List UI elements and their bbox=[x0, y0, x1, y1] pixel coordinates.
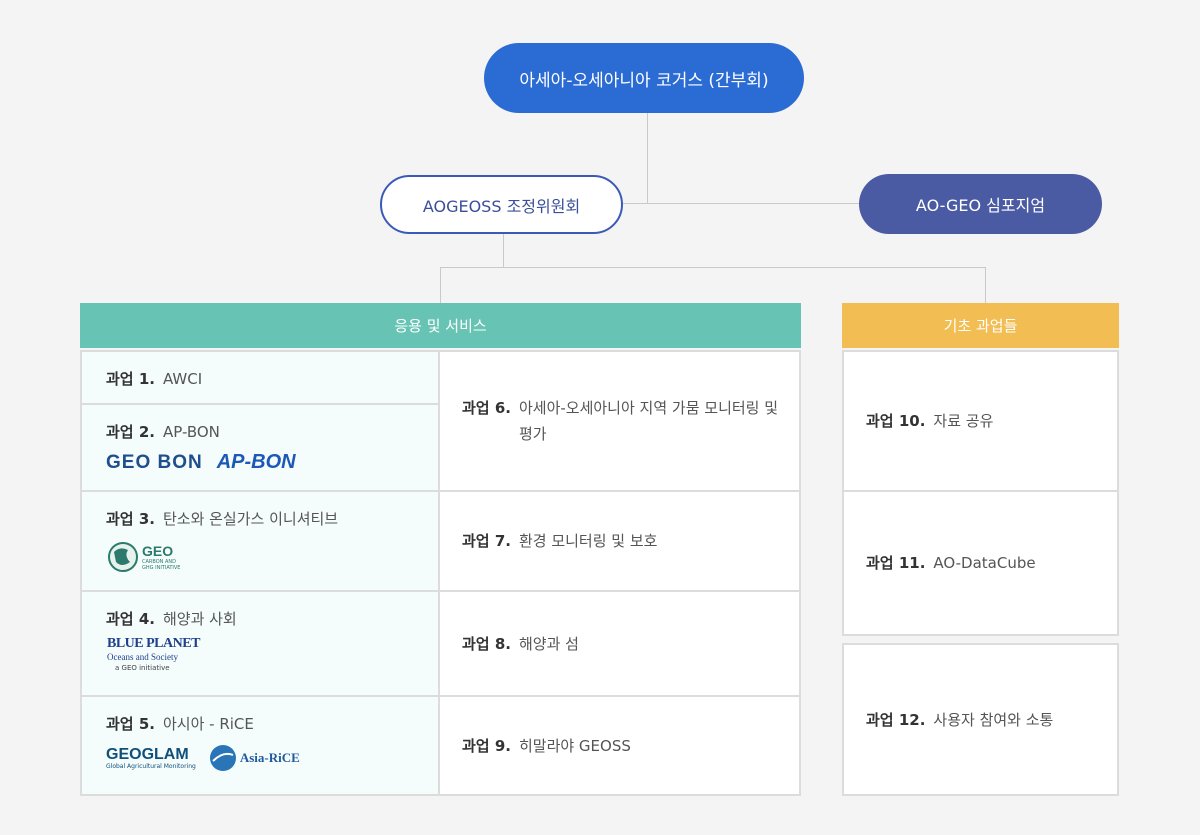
application-header: 응용 및 서비스 bbox=[80, 303, 801, 348]
oceans-society-text: Oceans and Society bbox=[107, 652, 178, 662]
application-title: 응용 및 서비스 bbox=[394, 317, 487, 335]
symposium-node: AO-GEO 심포지엄 bbox=[859, 174, 1102, 234]
executive-committee-label: 아세아-오세아니아 코거스 (간부회) bbox=[519, 70, 769, 91]
task-name: 자료 공유 bbox=[933, 412, 994, 430]
geo-bon-logo: GEO BON bbox=[106, 451, 203, 473]
task-number: 과업 6. bbox=[462, 399, 511, 417]
executive-committee-node: 아세아-오세아니아 코거스 (간부회) bbox=[484, 43, 804, 113]
task-name: 사용자 참여와 소통 bbox=[933, 710, 1054, 729]
foundation-header: 기초 과업들 bbox=[842, 303, 1119, 348]
task-cell-6: 과업 6. 아세아-오세아니아 지역 가뭄 모니터링 및 평가 bbox=[438, 350, 801, 492]
task-cell-4: 과업 4. 해양과 사회 BLUE PLANET Oceans and Socie… bbox=[80, 590, 440, 697]
task-number: 과업 4. bbox=[106, 610, 155, 628]
task-number: 과업 3. bbox=[106, 510, 155, 528]
geoglam-subtitle: Global Agricultural Monitoring bbox=[106, 762, 196, 770]
task-name: AO-DataCube bbox=[933, 554, 1036, 572]
task-cell-2: 과업 2. AP-BON GEO BON AP-BON bbox=[80, 403, 440, 492]
blue-planet-logo: BLUE PLANET bbox=[107, 636, 200, 651]
task-name: 환경 모니터링 및 보호 bbox=[518, 532, 658, 550]
task-number: 과업 12. bbox=[866, 710, 926, 729]
task-name: 아세아-오세아니아 지역 가뭄 모니터링 및 평가 bbox=[518, 399, 779, 443]
carbon-geo-logo: GEO bbox=[142, 542, 174, 559]
task-cell-8: 과업 8. 해양과 섬 bbox=[438, 590, 801, 697]
globe-icon bbox=[108, 542, 138, 572]
coordination-committee-node: AOGEOSS 조정위원회 bbox=[380, 175, 623, 234]
task-name: AWCI bbox=[162, 370, 203, 388]
foundation-title: 기초 과업들 bbox=[943, 317, 1018, 335]
connector-top-vertical bbox=[647, 113, 648, 204]
connector-app-vertical bbox=[440, 267, 441, 303]
task-cell-10: 과업 10. 자료 공유 bbox=[842, 350, 1119, 492]
task-number: 과업 11. bbox=[866, 554, 926, 572]
connector-mid-horizontal bbox=[623, 203, 859, 204]
geoglam-logo: GEOGLAM bbox=[106, 745, 189, 763]
task-name: 아시아 - RiCE bbox=[162, 715, 254, 733]
task-cell-11: 과업 11. AO-DataCube bbox=[842, 490, 1119, 636]
task-name: 해양과 섬 bbox=[518, 634, 579, 653]
task-name: 해양과 사회 bbox=[162, 610, 237, 628]
task-cell-12: 과업 12. 사용자 참여와 소통 bbox=[842, 643, 1119, 796]
task-cell-5: 과업 5. 아시아 - RiCE GEOGLAM Global Agricultu… bbox=[80, 695, 440, 796]
ghg-logo-text: GHG INITIATIVE bbox=[142, 564, 181, 571]
ap-bon-logo: AP-BON bbox=[216, 451, 296, 473]
task-name: AP-BON bbox=[162, 423, 220, 441]
task-cell-3: 과업 3. 탄소와 온실가스 이니셔티브 GEO CARBON AND GHG I… bbox=[80, 490, 440, 592]
task-number: 과업 5. bbox=[106, 715, 155, 733]
task-number: 과업 2. bbox=[106, 423, 155, 441]
task-number: 과업 7. bbox=[462, 532, 511, 550]
task-cell-7: 과업 7. 환경 모니터링 및 보호 bbox=[438, 490, 801, 592]
asia-rice-logo: Asia-RiCE bbox=[239, 750, 300, 765]
coordination-committee-label: AOGEOSS 조정위원회 bbox=[422, 196, 581, 216]
connector-coord-vertical bbox=[503, 234, 504, 268]
connector-branch-horizontal bbox=[440, 267, 986, 268]
connector-base-vertical bbox=[985, 267, 986, 303]
task-number: 과업 8. bbox=[462, 634, 511, 653]
task-number: 과업 9. bbox=[462, 736, 511, 755]
rice-globe-icon bbox=[209, 745, 236, 771]
task-cell-9: 과업 9. 히말라야 GEOSS bbox=[438, 695, 801, 796]
task-number: 과업 1. bbox=[106, 370, 155, 388]
geo-initiative-text: a GEO initiative bbox=[115, 664, 170, 672]
task-cell-1: 과업 1. AWCI bbox=[80, 350, 440, 405]
task-name: 탄소와 온실가스 이니셔티브 bbox=[162, 510, 339, 528]
task-number: 과업 10. bbox=[866, 412, 926, 430]
task-name: 히말라야 GEOSS bbox=[518, 736, 631, 755]
symposium-label: AO-GEO 심포지엄 bbox=[915, 196, 1046, 215]
